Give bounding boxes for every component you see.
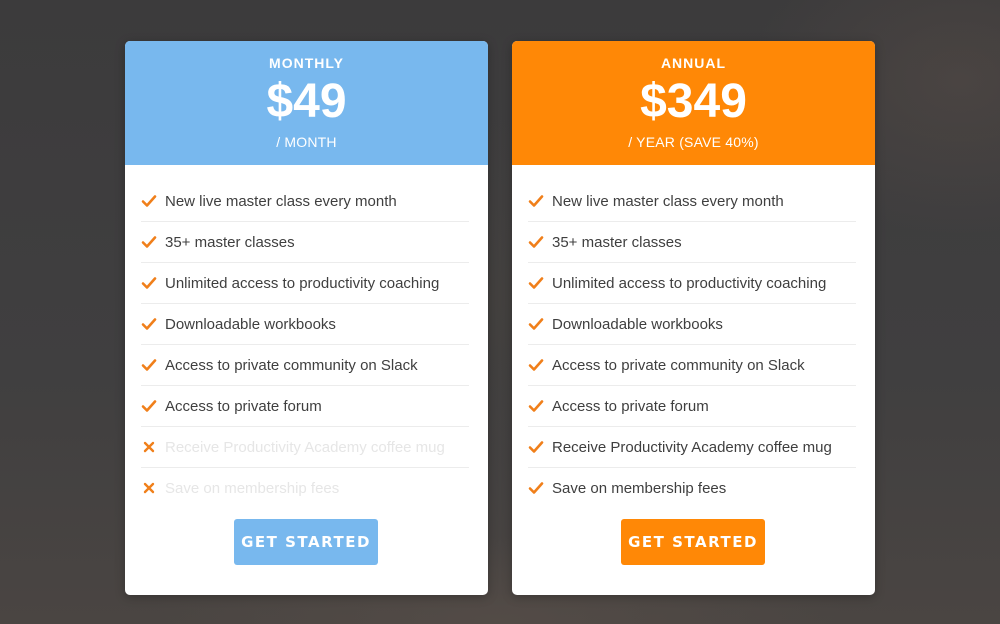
- check-icon: [528, 480, 544, 496]
- plan-period: / YEAR (SAVE 40%): [628, 134, 759, 150]
- pricing-card-header: MONTHLY $49 / MONTH: [125, 41, 488, 165]
- feature-label: Unlimited access to productivity coachin…: [552, 274, 827, 292]
- feature-label: Downloadable workbooks: [552, 315, 723, 333]
- plan-name: MONTHLY: [269, 55, 344, 71]
- feature-label: Access to private community on Slack: [165, 356, 418, 374]
- feature-label: Access to private forum: [552, 397, 709, 415]
- check-icon: [528, 398, 544, 414]
- feature-label: Save on membership fees: [165, 479, 340, 497]
- check-icon: [528, 275, 544, 291]
- feature-item: Access to private forum: [528, 386, 856, 427]
- feature-item: 35+ master classes: [528, 222, 856, 263]
- check-icon: [141, 398, 157, 414]
- feature-label: New live master class every month: [165, 192, 397, 210]
- feature-item: Access to private community on Slack: [528, 345, 856, 386]
- check-icon: [141, 316, 157, 332]
- feature-item: Downloadable workbooks: [528, 304, 856, 345]
- pricing-card-monthly: MONTHLY $49 / MONTH New live master clas…: [125, 41, 488, 595]
- check-icon: [528, 357, 544, 373]
- feature-item: New live master class every month: [141, 181, 469, 222]
- pricing-card-header: ANNUAL $349 / YEAR (SAVE 40%): [512, 41, 875, 165]
- get-started-annual-button[interactable]: GET STARTED: [621, 519, 765, 565]
- feature-label: Save on membership fees: [552, 479, 727, 497]
- get-started-monthly-button[interactable]: GET STARTED: [234, 519, 378, 565]
- check-icon: [141, 193, 157, 209]
- feature-item: Unlimited access to productivity coachin…: [141, 263, 469, 304]
- feature-item: New live master class every month: [528, 181, 856, 222]
- feature-item: Unlimited access to productivity coachin…: [528, 263, 856, 304]
- feature-label: 35+ master classes: [552, 233, 682, 251]
- check-icon: [141, 357, 157, 373]
- check-icon: [141, 275, 157, 291]
- feature-list: New live master class every month 35+ ma…: [528, 181, 856, 508]
- plan-name: ANNUAL: [660, 55, 727, 71]
- check-icon: [528, 234, 544, 250]
- feature-label: Downloadable workbooks: [165, 315, 336, 333]
- feature-item: 35+ master classes: [141, 222, 469, 263]
- check-icon: [528, 193, 544, 209]
- feature-item: Receive Productivity Academy coffee mug: [528, 427, 856, 468]
- check-icon: [528, 316, 544, 332]
- feature-label: Access to private forum: [165, 397, 322, 415]
- feature-label: Unlimited access to productivity coachin…: [165, 274, 440, 292]
- feature-item: Save on membership fees: [528, 468, 856, 508]
- feature-item: Access to private forum: [141, 386, 469, 427]
- feature-label: Access to private community on Slack: [552, 356, 805, 374]
- feature-label: Receive Productivity Academy coffee mug: [165, 438, 445, 456]
- feature-item: Save on membership fees: [141, 468, 469, 508]
- cross-icon: [141, 480, 157, 496]
- feature-item: Receive Productivity Academy coffee mug: [141, 427, 469, 468]
- check-icon: [141, 234, 157, 250]
- feature-label: New live master class every month: [552, 192, 784, 210]
- plan-period: / MONTH: [276, 134, 337, 150]
- feature-label: 35+ master classes: [165, 233, 295, 251]
- feature-list: New live master class every month 35+ ma…: [141, 181, 469, 508]
- feature-item: Downloadable workbooks: [141, 304, 469, 345]
- check-icon: [528, 439, 544, 455]
- plan-price: $49: [266, 75, 347, 128]
- plan-price: $349: [640, 75, 747, 128]
- pricing-card-annual: ANNUAL $349 / YEAR (SAVE 40%) New live m…: [512, 41, 875, 595]
- feature-item: Access to private community on Slack: [141, 345, 469, 386]
- cross-icon: [141, 439, 157, 455]
- feature-label: Receive Productivity Academy coffee mug: [552, 438, 832, 456]
